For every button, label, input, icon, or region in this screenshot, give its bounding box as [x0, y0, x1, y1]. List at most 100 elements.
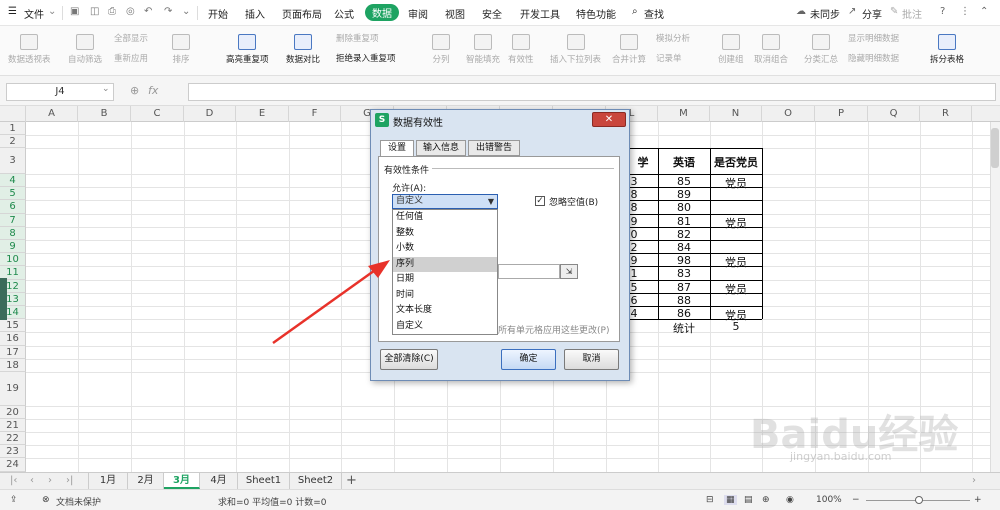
- row-header[interactable]: 8: [0, 227, 26, 240]
- table-cell[interactable]: 党员: [710, 254, 762, 270]
- tab-error-alert[interactable]: 出错警告: [468, 140, 520, 156]
- tab-developer[interactable]: 开发工具: [520, 6, 560, 21]
- next-sheet-icon[interactable]: ›: [48, 475, 52, 486]
- scroll-thumb[interactable]: [991, 128, 999, 168]
- collapse-ribbon-icon[interactable]: ⌃: [980, 6, 988, 17]
- last-sheet-icon[interactable]: ›|: [66, 475, 73, 486]
- formula-input[interactable]: [188, 83, 996, 101]
- redo-icon[interactable]: ↷: [164, 6, 172, 17]
- col-header[interactable]: B: [78, 106, 131, 122]
- table-cell[interactable]: 86: [658, 307, 710, 320]
- split-table-button[interactable]: 拆分表格: [930, 34, 964, 65]
- close-button[interactable]: ✕: [592, 112, 626, 127]
- table-header[interactable]: 英语: [658, 154, 710, 170]
- data-compare-button[interactable]: 数据对比: [286, 34, 320, 65]
- fx-icon[interactable]: fx: [148, 84, 158, 97]
- tab-security[interactable]: 安全: [482, 6, 502, 21]
- row-header[interactable]: 7: [0, 214, 26, 227]
- col-header[interactable]: R: [920, 106, 972, 122]
- pivot-table-button[interactable]: 数据透视表: [8, 34, 51, 65]
- row-header[interactable]: 22: [0, 432, 26, 445]
- row-header[interactable]: 4: [0, 174, 26, 187]
- sheet-tab[interactable]: Sheet1: [238, 473, 290, 489]
- table-cell[interactable]: 党员: [710, 281, 762, 297]
- row-header[interactable]: 24: [0, 458, 26, 472]
- reject-duplicates-button[interactable]: 拒绝录入重复项: [336, 52, 396, 64]
- menu-icon[interactable]: ☰: [8, 6, 17, 17]
- table-cell[interactable]: 89: [658, 188, 710, 201]
- col-header[interactable]: E: [236, 106, 289, 122]
- range-picker-button[interactable]: ⇲: [560, 264, 578, 279]
- option-any-value[interactable]: 任何值: [393, 210, 497, 226]
- table-cell[interactable]: 党员: [710, 175, 762, 191]
- option-list[interactable]: 序列: [393, 256, 497, 272]
- table-cell[interactable]: 85: [658, 175, 710, 188]
- page-break-icon[interactable]: ⊕: [762, 495, 770, 505]
- row-header[interactable]: 16: [0, 332, 26, 346]
- tab-data[interactable]: 数据: [365, 4, 399, 21]
- option-date[interactable]: 日期: [393, 272, 497, 288]
- table-cell[interactable]: 80: [658, 201, 710, 214]
- customize-icon[interactable]: ⌄: [182, 6, 190, 17]
- add-sheet-button[interactable]: +: [346, 473, 357, 488]
- row-header[interactable]: 17: [0, 346, 26, 359]
- zoom-icon[interactable]: ⊕: [130, 84, 139, 97]
- summary-label[interactable]: 统计: [658, 320, 710, 336]
- sheet-tab-active[interactable]: 3月: [164, 473, 200, 489]
- zoom-in-icon[interactable]: +: [974, 495, 982, 505]
- flash-fill-button[interactable]: 智能填充: [466, 34, 500, 65]
- show-detail-button[interactable]: 显示明细数据: [848, 32, 899, 44]
- row-header[interactable]: 5: [0, 187, 26, 200]
- ok-button[interactable]: 确定: [501, 349, 556, 370]
- option-decimal[interactable]: 小数: [393, 241, 497, 257]
- option-whole-number[interactable]: 整数: [393, 226, 497, 242]
- table-cell[interactable]: 81: [658, 215, 710, 228]
- row-header[interactable]: 23: [0, 445, 26, 458]
- print-icon[interactable]: ⎙: [108, 6, 116, 17]
- sheet-tab[interactable]: Sheet2: [290, 473, 342, 489]
- page-layout-icon[interactable]: ▤: [744, 495, 753, 505]
- table-cell[interactable]: 83: [658, 267, 710, 280]
- chevron-down-icon[interactable]: ⌄: [48, 6, 56, 17]
- row-header[interactable]: 21: [0, 419, 26, 432]
- row-header[interactable]: 15: [0, 319, 26, 332]
- file-menu[interactable]: 文件: [24, 6, 44, 21]
- group-button[interactable]: 创建组: [718, 34, 744, 65]
- row-header[interactable]: 20: [0, 406, 26, 419]
- allow-select[interactable]: 自定义 ▼: [392, 194, 498, 209]
- side-panel-handle[interactable]: [0, 278, 7, 320]
- zoom-out-icon[interactable]: −: [852, 495, 860, 505]
- table-header[interactable]: 是否党员: [710, 154, 762, 170]
- source-input[interactable]: [498, 264, 560, 279]
- validation-button[interactable]: 有效性: [508, 34, 534, 65]
- normal-view-icon[interactable]: ▦: [724, 495, 737, 505]
- chevron-down-icon[interactable]: ⌄: [102, 84, 110, 94]
- col-header[interactable]: F: [289, 106, 341, 122]
- row-header[interactable]: 10: [0, 253, 26, 266]
- table-cell[interactable]: 84: [658, 241, 710, 254]
- tab-page-layout[interactable]: 页面布局: [282, 6, 322, 21]
- col-header[interactable]: A: [26, 106, 78, 122]
- record-form-button[interactable]: 记录单: [656, 52, 682, 64]
- col-header[interactable]: N: [710, 106, 762, 122]
- scroll-right-icon[interactable]: ›: [972, 475, 976, 486]
- row-header[interactable]: 3: [0, 148, 26, 174]
- tab-settings[interactable]: 设置: [380, 140, 414, 157]
- cancel-button[interactable]: 取消: [564, 349, 619, 370]
- eye-icon[interactable]: ◉: [786, 495, 794, 505]
- highlight-duplicates-button[interactable]: 高亮重复项: [226, 34, 269, 65]
- row-header[interactable]: 9: [0, 240, 26, 253]
- remove-duplicates-button[interactable]: 删除重复项: [336, 32, 379, 44]
- clear-all-button[interactable]: 全部清除(C): [380, 349, 438, 370]
- what-if-button[interactable]: 模拟分析: [656, 32, 690, 44]
- preview-icon[interactable]: ◎: [126, 6, 135, 17]
- subtotal-button[interactable]: 分类汇总: [804, 34, 838, 65]
- tab-home[interactable]: 开始: [208, 6, 228, 21]
- vertical-scrollbar[interactable]: [990, 122, 1000, 472]
- table-cell[interactable]: 87: [658, 281, 710, 294]
- search-icon[interactable]: ⌕: [632, 6, 638, 17]
- option-custom[interactable]: 自定义: [393, 319, 497, 335]
- ungroup-button[interactable]: 取消组合: [754, 34, 788, 65]
- more-icon[interactable]: ⋮: [960, 6, 970, 17]
- col-header[interactable]: D: [184, 106, 236, 122]
